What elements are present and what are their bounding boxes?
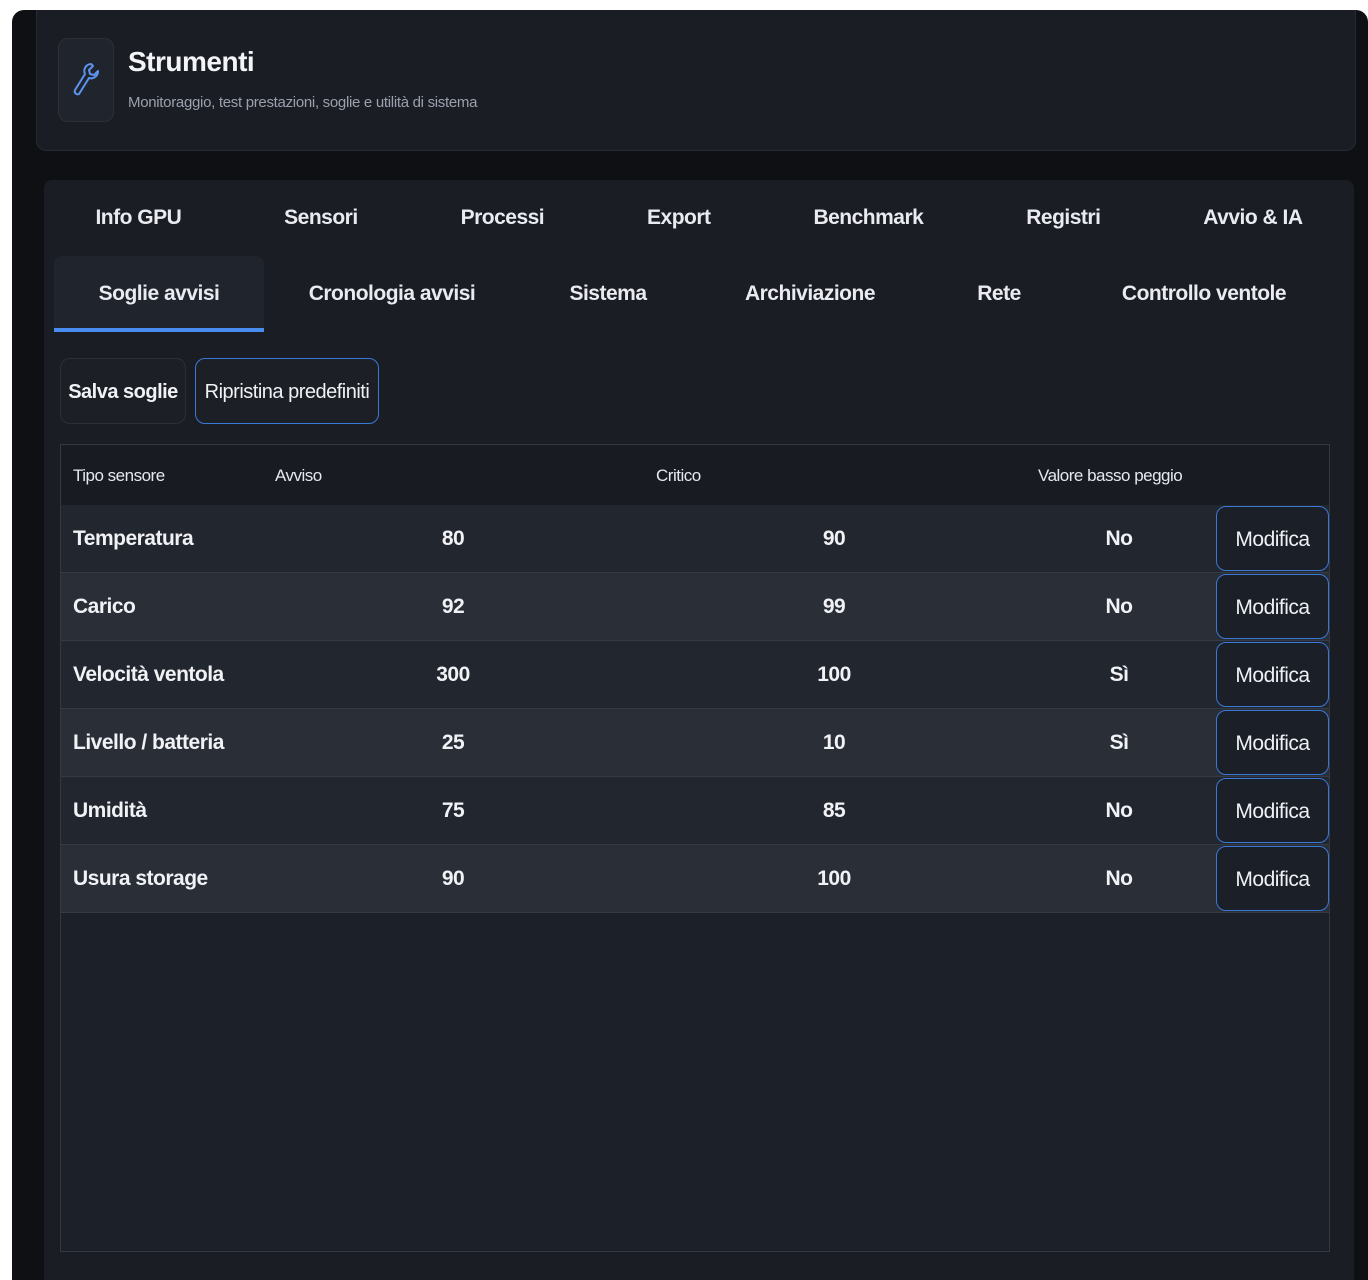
tab-export[interactable]: Export [647,206,711,230]
column-header-sensor-type: Tipo sensore [73,466,165,485]
edit-button[interactable]: Modifica [1216,846,1329,911]
tools-panel: Info GPU Sensori Processi Export Benchma… [44,180,1354,1280]
edit-button[interactable]: Modifica [1216,506,1329,571]
tab-bar-row-2: Soglie avvisi Cronologia avvisi Sistema … [44,256,1354,332]
tab-soglie-avvisi[interactable]: Soglie avvisi [54,256,264,332]
cell-sensor: Temperatura [73,527,194,550]
tab-rete[interactable]: Rete [924,256,1074,332]
cell-warning: 75 [441,799,465,822]
tab-archiviazione[interactable]: Archiviazione [696,256,924,332]
column-header-low-worse: Valore basso peggio [1038,466,1183,485]
tab-registri[interactable]: Registri [1026,206,1101,230]
cell-critical: 85 [822,799,846,822]
edit-button[interactable]: Modifica [1216,574,1329,639]
cell-critical: 100 [817,867,851,890]
edit-button[interactable]: Modifica [1216,778,1329,843]
table-row: Umidità 75 85 No Modifica [61,777,1329,845]
tab-bar-row-1: Info GPU Sensori Processi Export Benchma… [44,180,1354,256]
table-row: Temperatura 80 90 No Modifica [61,505,1329,573]
cell-critical: 10 [822,731,846,754]
save-thresholds-button[interactable]: Salva soglie [60,358,186,424]
tab-processi[interactable]: Processi [461,206,545,230]
cell-warning: 80 [441,527,465,550]
column-header-warning: Avviso [275,466,322,485]
cell-warning: 92 [441,595,465,618]
table-header: Tipo sensore Avviso Critico Valore basso… [61,445,1329,505]
table-row: Livello / batteria 25 10 Sì Modifica [61,709,1329,777]
cell-low-worse: Sì [1109,731,1129,754]
cell-low-worse: Sì [1109,663,1129,686]
tab-controllo-ventole[interactable]: Controllo ventole [1074,256,1334,332]
cell-low-worse: No [1105,595,1134,618]
wrench-icon [58,38,114,122]
page-title: Strumenti [128,46,255,77]
tab-sistema[interactable]: Sistema [520,256,696,332]
table-row: Usura storage 90 100 No Modifica [61,845,1329,913]
restore-defaults-button[interactable]: Ripristina predefiniti [195,358,379,424]
cell-sensor: Carico [73,595,136,618]
page-header: Strumenti Monitoraggio, test prestazioni… [36,10,1356,151]
cell-low-worse: No [1105,799,1134,822]
cell-low-worse: No [1105,527,1134,550]
cell-warning: 25 [441,731,465,754]
cell-sensor: Usura storage [73,867,208,890]
tab-sensori[interactable]: Sensori [284,206,358,230]
tab-benchmark[interactable]: Benchmark [813,206,923,230]
cell-warning: 300 [436,663,470,686]
app-window: Strumenti Monitoraggio, test prestazioni… [12,10,1368,1280]
table-row: Velocità ventola 300 100 Sì Modifica [61,641,1329,709]
cell-sensor: Livello / batteria [73,731,224,754]
cell-sensor: Umidità [73,799,147,822]
cell-critical: 99 [822,595,846,618]
cell-critical: 100 [817,663,851,686]
cell-critical: 90 [822,527,846,550]
table-row: Carico 92 99 No Modifica [61,573,1329,641]
column-header-critical: Critico [656,466,701,485]
page-subtitle: Monitoraggio, test prestazioni, soglie e… [128,94,478,111]
cell-warning: 90 [441,867,465,890]
tab-avvio-ia[interactable]: Avvio & IA [1203,206,1303,230]
edit-button[interactable]: Modifica [1216,710,1329,775]
edit-button[interactable]: Modifica [1216,642,1329,707]
tab-cronologia-avvisi[interactable]: Cronologia avvisi [264,256,520,332]
cell-sensor: Velocità ventola [73,663,224,686]
tab-info-gpu[interactable]: Info GPU [95,206,181,230]
thresholds-table: Tipo sensore Avviso Critico Valore basso… [60,444,1330,1252]
cell-low-worse: No [1105,867,1134,890]
